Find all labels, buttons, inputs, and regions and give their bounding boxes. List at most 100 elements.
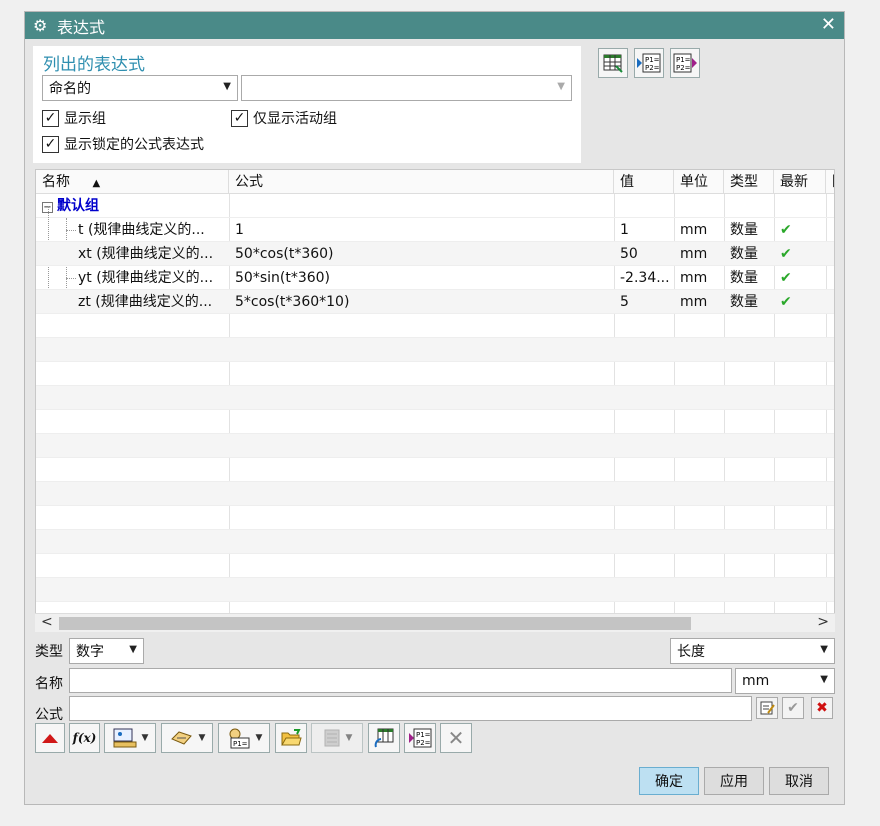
spreadsheet-button[interactable] — [598, 48, 628, 78]
formula-input[interactable] — [69, 696, 752, 721]
column-header-unit[interactable]: 单位 — [674, 170, 724, 194]
checkbox-checked-icon: ✓ — [231, 109, 248, 127]
unit-cell: mm — [680, 270, 708, 286]
triangle-up-icon — [42, 734, 58, 743]
empty-row — [36, 362, 834, 386]
spreadsheet-edit-button[interactable] — [368, 723, 400, 753]
interpart-button[interactable]: ▼ — [161, 723, 213, 753]
empty-row — [36, 410, 834, 434]
dimension-select[interactable]: 长度 ▼ — [670, 638, 835, 664]
show-locked-formulas-label: 显示锁定的公式表达式 — [64, 137, 204, 153]
column-header-latest[interactable]: 最新 — [774, 170, 826, 194]
show-locked-formulas-checkbox[interactable]: ✓ 显示锁定的公式表达式 — [42, 134, 204, 154]
chevron-down-icon: ▼ — [198, 733, 206, 743]
section-title: 列出的表达式 — [43, 55, 145, 75]
edit-formula-button[interactable] — [756, 697, 778, 719]
svg-text:P2=: P2= — [416, 739, 431, 747]
chevron-down-icon: ▼ — [255, 733, 263, 743]
up-to-date-check-icon: ✔ — [780, 246, 792, 262]
column-header-type[interactable]: 类型 — [724, 170, 774, 194]
table-header: 名称 ▲ 公式 值 单位 类型 最新 附 — [36, 170, 834, 194]
import-expressions-button[interactable]: P1= P2= — [634, 48, 664, 78]
function-icon: f(x) — [72, 731, 97, 745]
type-cell: 数量 — [730, 246, 758, 262]
formula-cell: 50*cos(t*360) — [235, 246, 334, 262]
svg-text:P1=: P1= — [645, 56, 660, 64]
unit-select[interactable]: mm ▼ — [735, 668, 835, 694]
empty-row — [36, 530, 834, 554]
table-row[interactable]: xt (规律曲线定义的... 50*cos(t*360) 50 mm 数量 ✔ — [36, 242, 834, 266]
up-to-date-check-icon: ✔ — [780, 270, 792, 286]
scroll-left-icon[interactable]: < — [41, 614, 53, 630]
empty-row — [36, 554, 834, 578]
filter-search-combo[interactable]: ▼ — [241, 75, 572, 101]
cancel-button[interactable]: 取消 — [769, 767, 829, 795]
type-cell: 数量 — [730, 222, 758, 238]
name-input[interactable] — [69, 668, 732, 693]
horizontal-scrollbar[interactable]: < > — [35, 613, 835, 632]
delete-button[interactable]: ✕ — [440, 723, 472, 753]
measure-ruler-icon — [113, 728, 137, 748]
value-cell: 1 — [620, 222, 629, 238]
table-row[interactable]: t (规律曲线定义的... 1 1 mm 数量 ✔ — [36, 218, 834, 242]
expressions-dialog: ⚙ 表达式 ✕ 列出的表达式 命名的 ▼ ▼ ✓ 显示组 ✓ 仅显示活动组 ✓ … — [24, 11, 845, 805]
show-groups-checkbox[interactable]: ✓ 显示组 — [42, 108, 106, 128]
list-button[interactable]: ▼ — [311, 723, 363, 753]
export-expressions-button[interactable]: P1= P2= — [670, 48, 700, 78]
expressions-table[interactable]: 名称 ▲ 公式 值 单位 类型 最新 附 −默认组 t — [35, 169, 835, 632]
name-cell: xt (规律曲线定义的... — [78, 246, 214, 262]
value-cell: 5 — [620, 294, 629, 310]
value-cell: -2.34... — [620, 270, 670, 286]
formula-cell: 50*sin(t*360) — [235, 270, 331, 286]
reject-formula-button[interactable]: ✖ — [811, 697, 833, 719]
list-icon — [324, 729, 340, 747]
checkbox-checked-icon: ✓ — [42, 135, 59, 153]
spreadsheet-icon — [603, 54, 623, 73]
show-active-group-only-checkbox[interactable]: ✓ 仅显示活动组 — [231, 108, 337, 128]
svg-text:P2=: P2= — [645, 64, 660, 72]
measure-button[interactable]: ▼ — [104, 723, 156, 753]
accept-formula-button[interactable]: ✔ — [782, 697, 804, 719]
function-button[interactable]: f(x) — [69, 723, 100, 753]
name-cell: t (规律曲线定义的... — [78, 222, 205, 238]
import-expressions-icon: P1= P2= — [637, 53, 661, 73]
empty-row — [36, 506, 834, 530]
scroll-right-icon[interactable]: > — [817, 614, 829, 630]
parameter-button[interactable]: P1= ▼ — [218, 723, 270, 753]
title-bar[interactable]: ⚙ 表达式 ✕ — [25, 12, 844, 39]
window-title: 表达式 — [57, 17, 106, 37]
list-expressions-panel: 列出的表达式 命名的 ▼ ▼ ✓ 显示组 ✓ 仅显示活动组 ✓ 显示锁定的公式表… — [33, 46, 581, 163]
scrollbar-thumb[interactable] — [59, 617, 691, 630]
table-row[interactable]: yt (规律曲线定义的... 50*sin(t*360) -2.34... mm… — [36, 266, 834, 290]
column-header-extra[interactable]: 附 — [826, 170, 834, 194]
open-folder-button[interactable] — [275, 723, 307, 753]
unit-select-value: mm — [742, 673, 770, 689]
show-groups-label: 显示组 — [64, 111, 106, 127]
sort-ascending-icon: ▲ — [92, 178, 101, 189]
svg-text:P2=: P2= — [676, 64, 691, 72]
unit-cell: mm — [680, 294, 708, 310]
ok-button[interactable]: 确定 — [639, 767, 699, 795]
column-header-value[interactable]: 值 — [614, 170, 674, 194]
column-header-formula[interactable]: 公式 — [229, 170, 614, 194]
type-cell: 数量 — [730, 294, 758, 310]
parameter-icon: P1= — [229, 728, 250, 749]
svg-text:P1=: P1= — [676, 56, 691, 64]
name-cell: zt (规律曲线定义的... — [78, 294, 213, 310]
empty-row — [36, 458, 834, 482]
filter-select-value: 命名的 — [49, 81, 91, 97]
collapse-editor-button[interactable] — [35, 723, 65, 753]
filter-select[interactable]: 命名的 ▼ — [42, 75, 238, 101]
import-params-button[interactable]: P1= P2= — [404, 723, 436, 753]
close-icon[interactable]: ✕ — [821, 14, 836, 35]
table-row[interactable]: zt (规律曲线定义的... 5*cos(t*360*10) 5 mm 数量 ✔ — [36, 290, 834, 314]
type-select-value: 数字 — [76, 644, 104, 660]
apply-button[interactable]: 应用 — [704, 767, 764, 795]
type-cell: 数量 — [730, 270, 758, 286]
group-row[interactable]: − 默认组 — [36, 194, 834, 218]
checkbox-checked-icon: ✓ — [42, 109, 59, 127]
column-header-name[interactable]: 名称 ▲ — [36, 170, 229, 194]
chevron-down-icon: ▼ — [141, 733, 149, 743]
delete-x-icon: ✕ — [447, 726, 465, 750]
type-select[interactable]: 数字 ▼ — [69, 638, 144, 664]
